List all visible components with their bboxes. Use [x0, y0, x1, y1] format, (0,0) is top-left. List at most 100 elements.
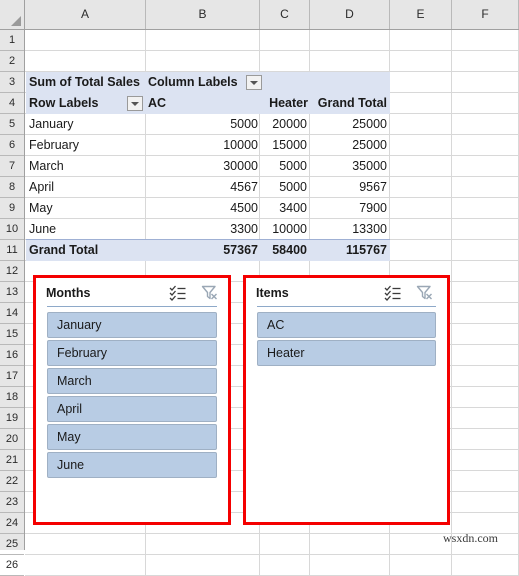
cell-F21[interactable]	[452, 450, 519, 471]
cell-F9[interactable]	[452, 198, 519, 219]
cell-D1[interactable]	[310, 30, 390, 51]
clear-filter-icon[interactable]	[416, 285, 434, 301]
row-header-6[interactable]: 6	[0, 135, 24, 156]
multi-select-icon[interactable]	[384, 285, 402, 301]
column-header-c[interactable]: C	[260, 0, 310, 29]
row-labels-filter-button[interactable]	[127, 96, 143, 111]
row-header-19[interactable]: 19	[0, 408, 24, 429]
row-header-17[interactable]: 17	[0, 366, 24, 387]
row-header-18[interactable]: 18	[0, 387, 24, 408]
cell-F17[interactable]	[452, 366, 519, 387]
row-header-16[interactable]: 16	[0, 345, 24, 366]
cell-D2[interactable]	[310, 51, 390, 72]
row-header-26[interactable]: 26	[0, 555, 24, 576]
cell-C1[interactable]	[260, 30, 310, 51]
cell-B26[interactable]	[146, 555, 260, 576]
cell-E9[interactable]	[390, 198, 452, 219]
cell-F14[interactable]	[452, 303, 519, 324]
cell-F15[interactable]	[452, 324, 519, 345]
cell-C2[interactable]	[260, 51, 310, 72]
cell-B1[interactable]	[146, 30, 260, 51]
cell-E1[interactable]	[390, 30, 452, 51]
cell-F22[interactable]	[452, 471, 519, 492]
column-header-e[interactable]: E	[390, 0, 452, 29]
cell-F26[interactable]	[452, 555, 519, 576]
cell-C26[interactable]	[260, 555, 310, 576]
row-header-24[interactable]: 24	[0, 513, 24, 534]
cell-B2[interactable]	[146, 51, 260, 72]
cell-F20[interactable]	[452, 429, 519, 450]
cell-F18[interactable]	[452, 387, 519, 408]
cell-A26[interactable]	[25, 555, 146, 576]
cell-F5[interactable]	[452, 114, 519, 135]
row-header-13[interactable]: 13	[0, 282, 24, 303]
slicer-item-ac[interactable]: AC	[257, 312, 436, 338]
cell-F10[interactable]	[452, 219, 519, 240]
row-header-23[interactable]: 23	[0, 492, 24, 513]
cell-E11[interactable]	[390, 240, 452, 261]
cell-F19[interactable]	[452, 408, 519, 429]
cell-F23[interactable]	[452, 492, 519, 513]
cell-F6[interactable]	[452, 135, 519, 156]
cell-E8[interactable]	[390, 177, 452, 198]
cell-F1[interactable]	[452, 30, 519, 51]
row-header-21[interactable]: 21	[0, 450, 24, 471]
cell-D25[interactable]	[310, 534, 390, 555]
cell-D26[interactable]	[310, 555, 390, 576]
slicer-items[interactable]: Items AC Heater	[243, 275, 450, 525]
cell-A2[interactable]	[25, 51, 146, 72]
cell-A25[interactable]	[25, 534, 146, 555]
column-header-d[interactable]: D	[310, 0, 390, 29]
slicer-item-january[interactable]: January	[47, 312, 217, 338]
slicer-item-april[interactable]: April	[47, 396, 217, 422]
slicer-item-june[interactable]: June	[47, 452, 217, 478]
multi-select-icon[interactable]	[169, 285, 187, 301]
row-header-20[interactable]: 20	[0, 429, 24, 450]
slicer-item-february[interactable]: February	[47, 340, 217, 366]
cell-E26[interactable]	[390, 555, 452, 576]
column-header-f[interactable]: F	[452, 0, 519, 29]
cell-E2[interactable]	[390, 51, 452, 72]
cell-C25[interactable]	[260, 534, 310, 555]
cell-F12[interactable]	[452, 261, 519, 282]
slicer-months[interactable]: Months January February March April May …	[33, 275, 231, 525]
slicer-item-march[interactable]: March	[47, 368, 217, 394]
cell-F7[interactable]	[452, 156, 519, 177]
cell-E10[interactable]	[390, 219, 452, 240]
row-header-8[interactable]: 8	[0, 177, 24, 198]
cell-A1[interactable]	[25, 30, 146, 51]
row-header-22[interactable]: 22	[0, 471, 24, 492]
cell-F11[interactable]	[452, 240, 519, 261]
cell-F2[interactable]	[452, 51, 519, 72]
clear-filter-icon[interactable]	[201, 285, 219, 301]
select-all-corner[interactable]	[0, 0, 25, 30]
cell-F4[interactable]	[452, 93, 519, 114]
row-header-14[interactable]: 14	[0, 303, 24, 324]
row-header-15[interactable]: 15	[0, 324, 24, 345]
cell-E3[interactable]	[390, 72, 452, 93]
row-header-7[interactable]: 7	[0, 156, 24, 177]
cell-B25[interactable]	[146, 534, 260, 555]
row-header-1[interactable]: 1	[0, 30, 24, 51]
row-header-5[interactable]: 5	[0, 114, 24, 135]
row-header-10[interactable]: 10	[0, 219, 24, 240]
row-header-12[interactable]: 12	[0, 261, 24, 282]
slicer-item-heater[interactable]: Heater	[257, 340, 436, 366]
row-header-11[interactable]: 11	[0, 240, 24, 261]
cell-E6[interactable]	[390, 135, 452, 156]
cell-F8[interactable]	[452, 177, 519, 198]
column-labels-filter-button[interactable]	[246, 75, 262, 90]
row-header-9[interactable]: 9	[0, 198, 24, 219]
column-header-a[interactable]: A	[25, 0, 146, 29]
cell-F3[interactable]	[452, 72, 519, 93]
slicer-item-may[interactable]: May	[47, 424, 217, 450]
cell-E4[interactable]	[390, 93, 452, 114]
row-header-2[interactable]: 2	[0, 51, 24, 72]
cell-E5[interactable]	[390, 114, 452, 135]
row-header-3[interactable]: 3	[0, 72, 24, 93]
row-header-25[interactable]: 25	[0, 534, 24, 555]
row-header-4[interactable]: 4	[0, 93, 24, 114]
column-header-b[interactable]: B	[146, 0, 260, 29]
cell-E7[interactable]	[390, 156, 452, 177]
cell-F13[interactable]	[452, 282, 519, 303]
